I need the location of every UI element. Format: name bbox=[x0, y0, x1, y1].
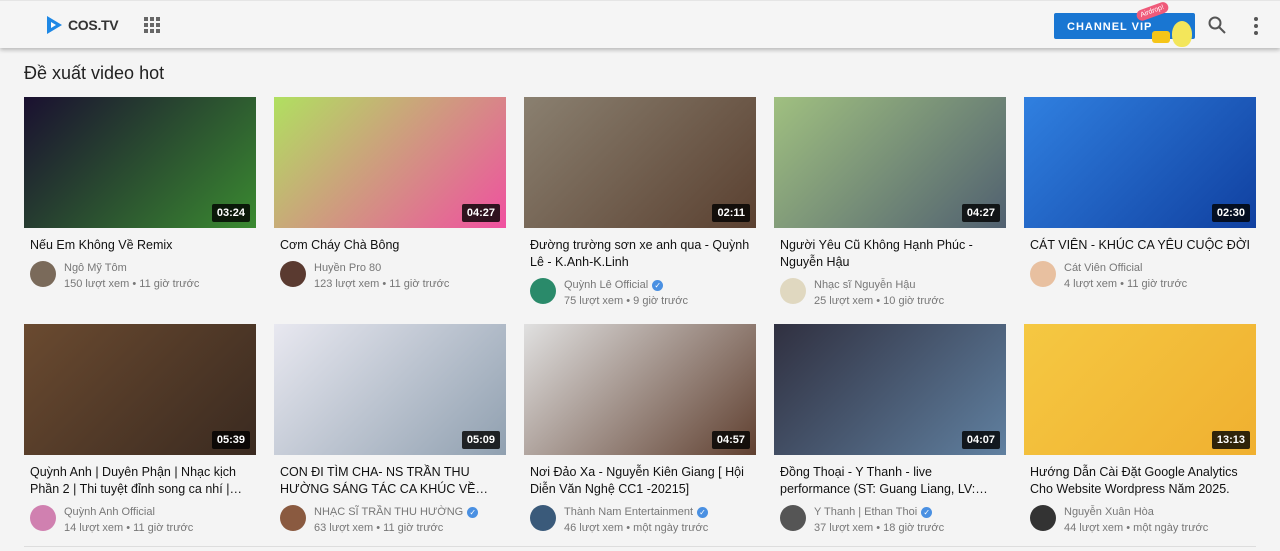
channel-name[interactable]: Cát Viên Official bbox=[1064, 260, 1142, 276]
search-icon[interactable] bbox=[1208, 16, 1226, 34]
video-stats: 46 lượt xem • một ngày trước bbox=[564, 522, 709, 534]
duration-badge: 03:24 bbox=[211, 204, 250, 222]
channel-avatar[interactable] bbox=[780, 505, 806, 531]
channel-name[interactable]: Nhạc sĩ Nguyễn Hậu bbox=[814, 277, 916, 293]
video-title[interactable]: Quỳnh Anh | Duyên Phận | Nhạc kịch Phần … bbox=[30, 464, 250, 498]
duration-badge: 13:13 bbox=[1211, 431, 1250, 449]
video-title[interactable]: Hướng Dẫn Cài Đặt Google Analytics Cho W… bbox=[1030, 464, 1250, 498]
channel-avatar[interactable] bbox=[1030, 261, 1056, 287]
video-card[interactable]: 02:30 CÁT VIÊN - KHÚC CA YÊU CUỘC ĐỜI Cá… bbox=[1024, 97, 1256, 324]
top-bar: COS.TV CHANNEL VIP Airdrop! bbox=[0, 0, 1280, 48]
video-title[interactable]: CON ĐI TÌM CHA- NS TRẦN THU HƯỜNG SÁNG T… bbox=[280, 464, 500, 498]
mascot-icon bbox=[1172, 21, 1192, 47]
duration-badge: 04:07 bbox=[961, 431, 1000, 449]
channel-avatar[interactable] bbox=[1030, 505, 1056, 531]
more-options-icon[interactable] bbox=[1254, 17, 1258, 35]
video-thumbnail[interactable]: 02:30 bbox=[1024, 97, 1256, 228]
cos-tv-logo[interactable]: COS.TV bbox=[44, 14, 119, 36]
video-title[interactable]: CÁT VIÊN - KHÚC CA YÊU CUỘC ĐỜI bbox=[1030, 237, 1250, 254]
video-card[interactable]: 02:11 Đường trường sơn xe anh qua - Quỳn… bbox=[524, 97, 756, 324]
channel-name[interactable]: Y Thanh | Ethan Thoi bbox=[814, 504, 917, 520]
video-title[interactable]: Nếu Em Không Về Remix bbox=[30, 237, 250, 254]
channel-avatar[interactable] bbox=[530, 505, 556, 531]
video-stats: 63 lượt xem • 11 giờ trước bbox=[314, 522, 444, 534]
video-title[interactable]: Người Yêu Cũ Không Hạnh Phúc - Nguyễn Hậ… bbox=[780, 237, 1000, 271]
coins-icon bbox=[1152, 31, 1170, 43]
video-card[interactable]: 05:39 Quỳnh Anh | Duyên Phận | Nhạc kịch… bbox=[24, 324, 256, 551]
video-card[interactable]: 04:07 Đồng Thoại - Y Thanh - live perfor… bbox=[774, 324, 1006, 551]
video-card[interactable]: 05:09 CON ĐI TÌM CHA- NS TRẦN THU HƯỜNG … bbox=[274, 324, 506, 551]
verified-icon: ✓ bbox=[697, 506, 709, 518]
channel-avatar[interactable] bbox=[780, 278, 806, 304]
video-stats: 25 lượt xem • 10 giờ trước bbox=[814, 295, 945, 307]
video-grid: 03:24 Nếu Em Không Về Remix Ngô Mỹ Tôm 1… bbox=[24, 97, 1256, 551]
channel-avatar[interactable] bbox=[530, 278, 556, 304]
duration-badge: 02:30 bbox=[1211, 204, 1250, 222]
video-stats: 150 lượt xem • 11 giờ trước bbox=[64, 278, 200, 290]
video-thumbnail[interactable]: 13:13 bbox=[1024, 324, 1256, 455]
duration-badge: 04:27 bbox=[461, 204, 500, 222]
apps-grid-icon[interactable] bbox=[144, 17, 160, 33]
video-card[interactable]: 13:13 Hướng Dẫn Cài Đặt Google Analytics… bbox=[1024, 324, 1256, 551]
verified-icon: ✓ bbox=[467, 506, 479, 518]
video-title[interactable]: Cơm Cháy Chà Bông bbox=[280, 237, 500, 254]
video-thumbnail[interactable]: 04:57 bbox=[524, 324, 756, 455]
divider bbox=[24, 546, 1256, 547]
channel-avatar[interactable] bbox=[30, 505, 56, 531]
channel-avatar[interactable] bbox=[280, 505, 306, 531]
video-title[interactable]: Đường trường sơn xe anh qua - Quỳnh Lê -… bbox=[530, 237, 750, 271]
video-stats: 44 lượt xem • một ngày trước bbox=[1064, 522, 1209, 534]
video-card[interactable]: 04:57 Nơi Đảo Xa - Nguyễn Kiên Giang [ H… bbox=[524, 324, 756, 551]
video-stats: 14 lượt xem • 11 giờ trước bbox=[64, 522, 194, 534]
duration-badge: 02:11 bbox=[712, 204, 750, 222]
video-card[interactable]: 04:27 Cơm Cháy Chà Bông Huyền Pro 80 123… bbox=[274, 97, 506, 324]
video-thumbnail[interactable]: 02:11 bbox=[524, 97, 756, 228]
channel-name[interactable]: NHẠC SĨ TRẦN THU HƯỜNG bbox=[314, 504, 463, 520]
video-thumbnail[interactable]: 05:09 bbox=[274, 324, 506, 455]
video-card[interactable]: 04:27 Người Yêu Cũ Không Hạnh Phúc - Ngu… bbox=[774, 97, 1006, 324]
video-card[interactable]: 03:24 Nếu Em Không Về Remix Ngô Mỹ Tôm 1… bbox=[24, 97, 256, 324]
channel-name[interactable]: Thành Nam Entertainment bbox=[564, 504, 693, 520]
video-thumbnail[interactable]: 04:27 bbox=[274, 97, 506, 228]
video-title[interactable]: Nơi Đảo Xa - Nguyễn Kiên Giang [ Hội Diễ… bbox=[530, 464, 750, 498]
duration-badge: 05:09 bbox=[461, 431, 500, 449]
duration-badge: 04:27 bbox=[961, 204, 1000, 222]
video-thumbnail[interactable]: 04:27 bbox=[774, 97, 1006, 228]
channel-name[interactable]: Quỳnh Anh Official bbox=[64, 504, 155, 520]
channel-avatar[interactable] bbox=[280, 261, 306, 287]
video-thumbnail[interactable]: 04:07 bbox=[774, 324, 1006, 455]
video-stats: 4 lượt xem • 11 giờ trước bbox=[1064, 278, 1188, 290]
duration-badge: 05:39 bbox=[211, 431, 250, 449]
channel-name[interactable]: Quỳnh Lê Official bbox=[564, 277, 648, 293]
channel-name[interactable]: Nguyễn Xuân Hòa bbox=[1064, 504, 1154, 520]
section-title: Đề xuất video hot bbox=[24, 63, 165, 83]
video-thumbnail[interactable]: 05:39 bbox=[24, 324, 256, 455]
vip-label: CHANNEL VIP bbox=[1067, 21, 1153, 33]
video-stats: 75 lượt xem • 9 giờ trước bbox=[564, 295, 688, 307]
video-stats: 123 lượt xem • 11 giờ trước bbox=[314, 278, 450, 290]
channel-avatar[interactable] bbox=[30, 261, 56, 287]
verified-icon: ✓ bbox=[921, 506, 933, 518]
logo-text: COS.TV bbox=[68, 17, 119, 33]
duration-badge: 04:57 bbox=[711, 431, 750, 449]
channel-name[interactable]: Ngô Mỹ Tôm bbox=[64, 260, 127, 276]
video-stats: 37 lượt xem • 18 giờ trước bbox=[814, 522, 945, 534]
video-title[interactable]: Đồng Thoại - Y Thanh - live performance … bbox=[780, 464, 1000, 498]
channel-name[interactable]: Huyền Pro 80 bbox=[314, 260, 381, 276]
play-logo-icon bbox=[47, 16, 62, 34]
video-thumbnail[interactable]: 03:24 bbox=[24, 97, 256, 228]
verified-icon: ✓ bbox=[652, 279, 664, 291]
